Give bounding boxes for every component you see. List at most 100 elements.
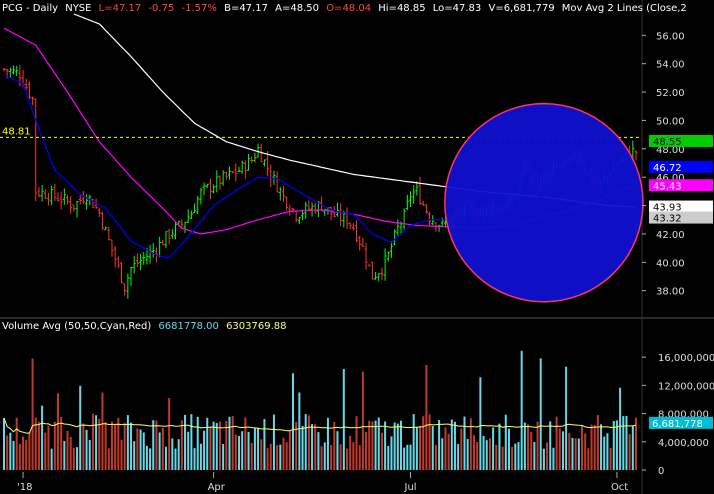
volume-bar [485,440,488,470]
volume-bar [301,425,304,470]
volume-bar [6,435,9,470]
price-bar [62,188,66,205]
price-bar [56,192,60,202]
price-bar [275,171,279,193]
price-bar [72,204,76,212]
volume-bar [22,436,25,470]
volume-bar [498,423,501,470]
volume-tick-label: 16,000,000 [658,353,714,364]
volume-bar [428,414,431,470]
volume-bar [107,448,110,470]
volume-bar [136,428,139,470]
date-tick-label: '18 [17,482,32,493]
price-bar [31,96,35,106]
price-bar [170,228,174,240]
volume-bar [596,415,599,470]
volume-bar [444,427,447,470]
volume-bar [368,420,371,470]
price-bar [361,237,365,248]
volume-bar [571,438,574,470]
date-tick-label: Oct [611,482,628,493]
volume-bar [590,424,593,470]
volume-bar [377,417,380,470]
high-price: Hi=48.85 [378,3,426,14]
volume-bar [171,438,174,470]
volume-bar [349,435,352,470]
volume-bar [56,393,59,470]
volume-bar [101,392,104,470]
volume-bar [196,416,199,470]
volume-bar [600,424,603,470]
price-tag-label: 48.55 [653,137,682,148]
volume-bar [155,420,158,470]
price-bar [46,192,50,206]
stock-chart[interactable]: 48.81 56.0054.0052.0050.0048.0046.0044.0… [0,0,714,494]
volume-tick-label: 4,000,000 [658,438,709,449]
volume-bar [222,444,225,470]
price-bar [634,150,638,161]
price-bar [339,203,343,227]
volume-avg-red: 6303769.88 [226,321,287,332]
volume-bar [479,377,482,470]
price-tick-label: 40.00 [656,258,685,269]
volume-bar [355,416,358,470]
highlight-circle [444,102,644,303]
price-bar [393,229,397,246]
volume-bar [384,421,387,470]
volume-bar [365,431,368,470]
volume-bar [390,436,393,470]
volume-bar [279,444,282,470]
volume-bar [568,433,571,470]
volume-bar [587,448,590,470]
volume-bar [542,448,545,470]
price-bar [186,209,190,223]
volume-bar [396,423,399,470]
price-bar [8,67,12,79]
price-bar [405,194,409,211]
price-bar [27,80,31,99]
price-bar [113,246,117,268]
volume-bar [466,438,469,470]
price-bar [313,202,317,214]
price-bar [335,202,339,217]
open-price: O=48.04 [326,3,372,14]
volume-bar [552,447,555,470]
volume-bar [120,439,123,470]
price-bar [199,187,203,205]
price-bar [205,183,209,189]
price-bar [358,235,362,251]
volume-bar [603,436,606,470]
volume-bar [419,425,422,470]
price-bar [193,203,197,214]
volume-bar [117,417,120,470]
volume-bar [263,419,266,470]
price-tag: 43.32 [649,211,713,225]
price-bar [100,211,104,231]
volume-bar [95,415,98,470]
volume-bar [609,447,612,470]
price-bar [196,196,200,215]
price-bar [256,143,260,158]
volume-bar [323,442,326,470]
price-bar [202,182,206,196]
price-bar [250,156,254,164]
volume-bar [612,421,615,470]
price-tag-label: 46.72 [653,163,682,174]
price-bar [215,170,219,193]
price-bar [110,239,114,257]
volume-bar [593,425,596,470]
volume-bar [415,427,418,470]
volume-bar [501,446,504,470]
volume-tick-label: 0 [658,466,664,477]
volume-bar [158,432,161,470]
chart-header: PCG - Daily NYSE L=47.17 -0.75 -1.57% B=… [2,3,691,14]
date-tick-label: Jul [404,482,417,493]
volume-bar [577,438,580,470]
price-bar [231,171,235,174]
volume-bar [403,447,406,470]
price-bar [389,241,393,258]
volume-bar [187,431,190,470]
volume-bar [393,422,396,470]
volume-bar [457,444,460,470]
price-bar [50,185,54,206]
